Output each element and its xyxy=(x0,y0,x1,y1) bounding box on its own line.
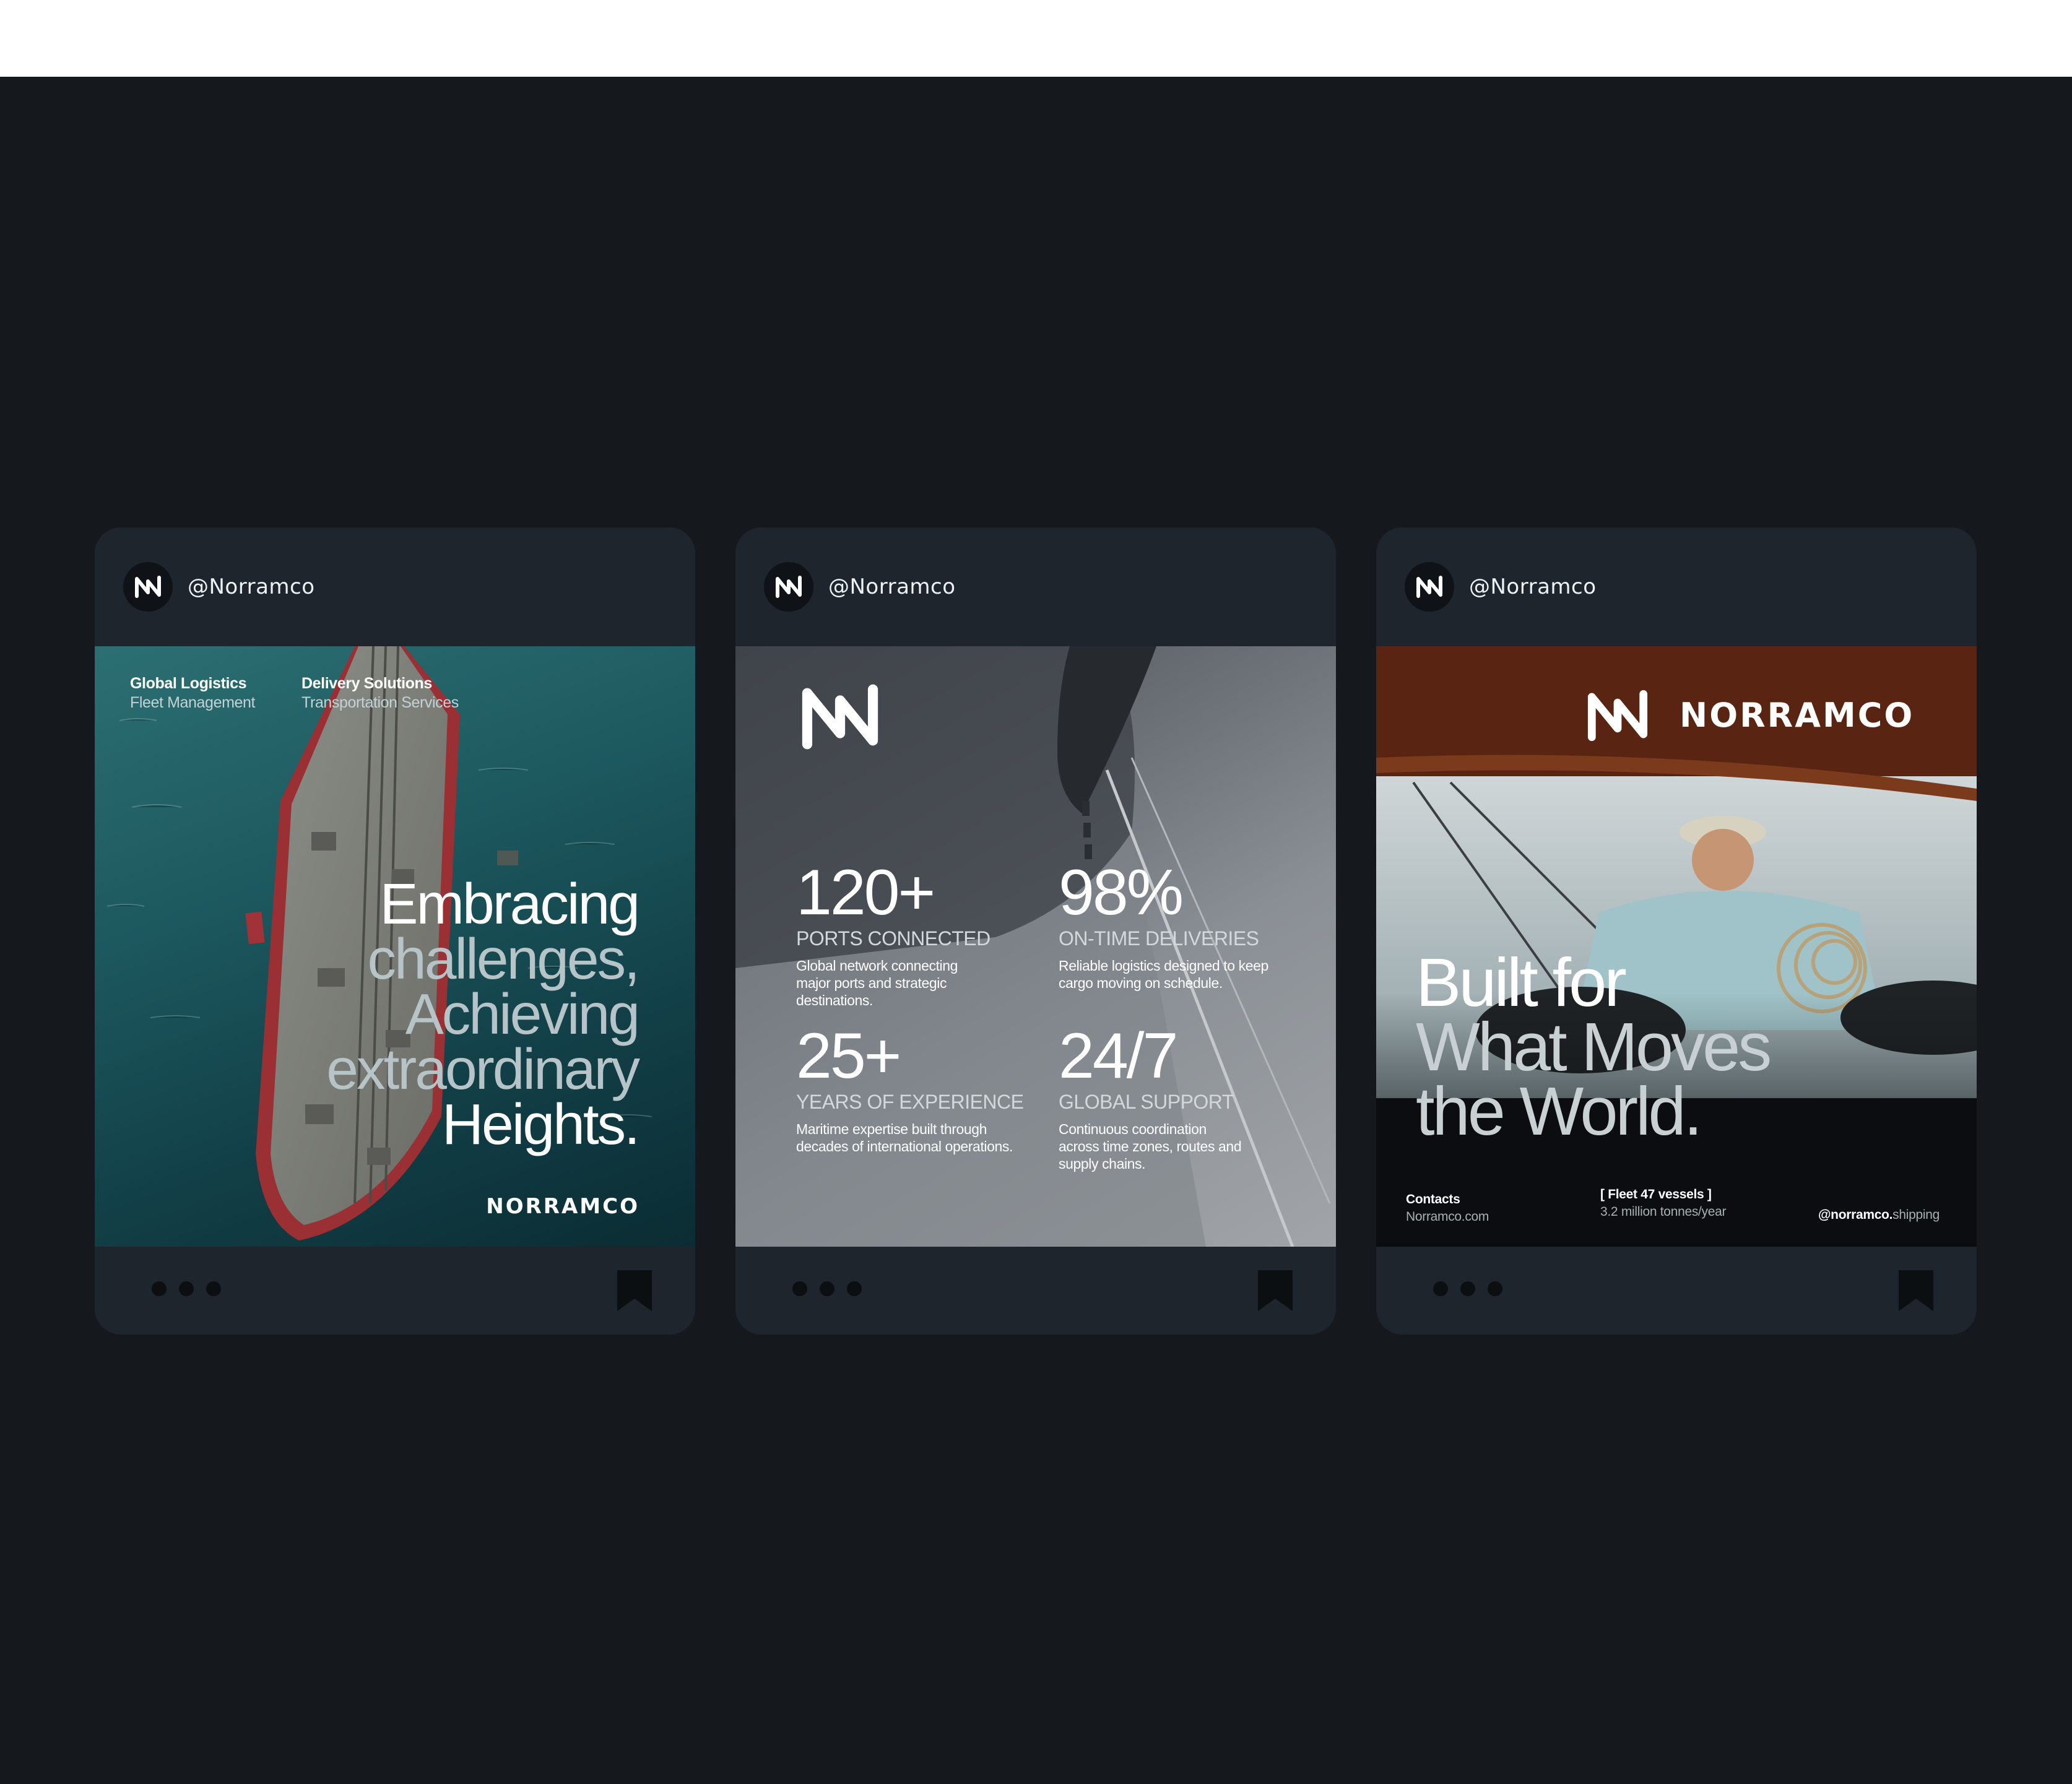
stat-value: 98% xyxy=(1059,857,1184,929)
post-footer xyxy=(1376,1247,1977,1335)
dot xyxy=(1460,1281,1475,1296)
dot xyxy=(792,1281,807,1296)
headline-line: Heights. xyxy=(441,1092,640,1156)
dot xyxy=(847,1281,862,1296)
brand-wordmark: NORRAMCO xyxy=(1680,696,1915,735)
post-card-1[interactable]: @Norramco Global Logistics Fleet Managem… xyxy=(95,527,695,1335)
bookmark-icon[interactable] xyxy=(616,1269,653,1312)
post-header: @Norramco xyxy=(95,527,695,646)
tag-delivery-solutions: Delivery Solutions Transportation Servic… xyxy=(301,674,459,712)
norramco-logo-icon[interactable] xyxy=(1405,562,1454,612)
stat-ports: 120+ PORTS CONNECTED Global network conn… xyxy=(796,857,990,1009)
social-handle-bold: @norramco. xyxy=(1818,1208,1893,1222)
account-handle[interactable]: @Norramco xyxy=(1469,574,1597,599)
social-handle[interactable]: @norramco.shipping xyxy=(1818,1206,1940,1224)
stat-description: Global network connecting major ports and… xyxy=(796,958,958,1008)
stat-description: Maritime expertise built through decades … xyxy=(796,1121,1013,1154)
account-handle[interactable]: @Norramco xyxy=(188,574,315,599)
headline: Embracing challenges, Achieving extraord… xyxy=(326,872,640,1156)
post-image-tanker: Global Logistics Fleet Management Delive… xyxy=(95,646,695,1247)
account-handle[interactable]: @Norramco xyxy=(828,574,956,599)
post-footer xyxy=(735,1247,1336,1335)
headline-line: challenges, xyxy=(367,927,640,991)
headline-line: extraordinary xyxy=(326,1037,640,1101)
stat-description: Reliable logistics designed to keep cargo… xyxy=(1059,958,1268,991)
dot xyxy=(179,1281,194,1296)
social-handle-rest: shipping xyxy=(1892,1208,1940,1222)
stat-description: Continuous coordination across time zones… xyxy=(1059,1121,1242,1172)
fleet-title: [ Fleet 47 vessels ] xyxy=(1600,1187,1712,1202)
top-white-strip xyxy=(0,0,2072,77)
dot xyxy=(1433,1281,1448,1296)
post-footer xyxy=(95,1247,695,1335)
post-card-2[interactable]: @Norramco 120+ PORTS CONNECTED Global ne… xyxy=(735,527,1336,1335)
post-card-3[interactable]: @Norramco NORRAMCO Built for What Moves … xyxy=(1376,527,1977,1335)
tag-subtitle: Fleet Management xyxy=(130,694,256,711)
post-header: @Norramco xyxy=(735,527,1336,646)
stat-label: PORTS CONNECTED xyxy=(796,927,990,950)
stat-label: GLOBAL SUPPORT xyxy=(1059,1091,1234,1113)
stat-experience: 25+ YEARS OF EXPERIENCE Maritime experti… xyxy=(796,1020,1024,1155)
stat-support: 24/7 GLOBAL SUPPORT Continuous coordinat… xyxy=(1059,1020,1242,1172)
stat-value: 25+ xyxy=(796,1020,901,1092)
more-dots-icon[interactable] xyxy=(1433,1281,1502,1296)
norramco-logo-icon xyxy=(802,684,878,750)
fleet-capacity: 3.2 million tonnes/year xyxy=(1600,1205,1727,1219)
fleet-block: [ Fleet 47 vessels ] 3.2 million tonnes/… xyxy=(1600,1186,1727,1221)
headline-line: Achieving xyxy=(405,982,640,1046)
dot xyxy=(206,1281,221,1296)
more-dots-icon[interactable] xyxy=(792,1281,862,1296)
contacts-block: Contacts Norramco.com xyxy=(1406,1191,1489,1226)
post-image-sailor: NORRAMCO Built for What Moves the World.… xyxy=(1376,646,1977,1247)
stat-value: 24/7 xyxy=(1059,1020,1178,1092)
norramco-logo-icon[interactable] xyxy=(764,562,813,612)
stat-deliveries: 98% ON-TIME DELIVERIES Reliable logistic… xyxy=(1059,857,1268,992)
post-image-ship-hull: 120+ PORTS CONNECTED Global network conn… xyxy=(735,646,1336,1247)
dot xyxy=(152,1281,167,1296)
brand-wordmark: NORRAMCO xyxy=(486,1194,639,1219)
headline-line: the World. xyxy=(1416,1073,1702,1150)
post-header: @Norramco xyxy=(1376,527,1977,646)
bookmark-icon[interactable] xyxy=(1897,1269,1935,1312)
dot xyxy=(820,1281,834,1296)
headline-line: Built for xyxy=(1416,945,1627,1021)
contacts-url[interactable]: Norramco.com xyxy=(1406,1208,1489,1226)
stat-label: ON-TIME DELIVERIES xyxy=(1059,927,1259,950)
contacts-title: Contacts xyxy=(1406,1192,1460,1206)
more-dots-icon[interactable] xyxy=(152,1281,221,1296)
tag-title: Global Logistics xyxy=(130,675,247,692)
tag-global-logistics: Global Logistics Fleet Management xyxy=(130,674,255,712)
headline-line: Embracing xyxy=(379,872,640,936)
stat-label: YEARS OF EXPERIENCE xyxy=(796,1091,1024,1113)
headline-line: What Moves xyxy=(1416,1009,1772,1085)
headline: Built for What Moves the World. xyxy=(1416,945,1772,1150)
norramco-logo-icon[interactable] xyxy=(123,562,173,612)
bookmark-icon[interactable] xyxy=(1257,1269,1294,1312)
norramco-logo-icon xyxy=(1587,690,1648,742)
tag-title: Delivery Solutions xyxy=(301,675,432,692)
tag-subtitle: Transportation Services xyxy=(301,694,459,711)
dot xyxy=(1488,1281,1502,1296)
stat-value: 120+ xyxy=(796,857,935,929)
